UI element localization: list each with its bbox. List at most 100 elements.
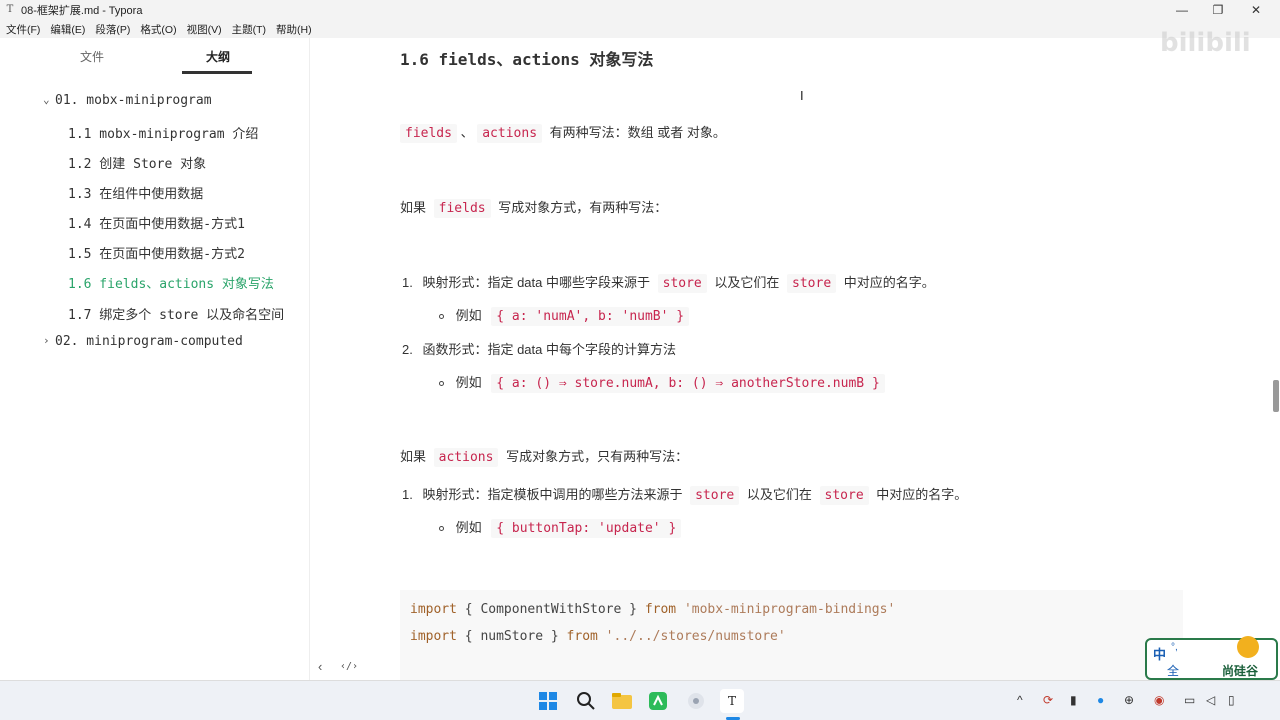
outline-item[interactable]: 1.3 在组件中使用数据 bbox=[68, 183, 203, 202]
taskbar: T ^ ⟳ ▮ ● ⊕ ◉ ▭ ◁ ▯ bbox=[0, 680, 1280, 720]
menu-edit[interactable]: 编辑(E) bbox=[50, 22, 85, 37]
ime-widget[interactable]: 中 °, 全 尚硅谷 bbox=[1145, 636, 1278, 680]
text: 写成对象方式，有两种写法： bbox=[498, 200, 668, 215]
inline-code: { a: 'numA', b: 'numB' } bbox=[491, 307, 690, 326]
code-block[interactable]: import { ComponentWithStore } from 'mobx… bbox=[400, 590, 1183, 680]
title-bar: T 08-框架扩展.md - Typora — ❐ ✕ bbox=[0, 0, 1280, 20]
mic-icon[interactable]: ● bbox=[1097, 693, 1104, 707]
tab-files[interactable]: 文件 bbox=[80, 48, 104, 65]
bilibili-watermark: bilibili bbox=[1160, 28, 1251, 58]
bullet-icon bbox=[439, 381, 444, 387]
code-line: import { ComponentWithStore } from 'mobx… bbox=[410, 602, 896, 617]
editor[interactable]: 1.6 fields、actions 对象写法 fields 、 actions… bbox=[311, 38, 1280, 680]
outline-item[interactable]: ⌄ 01. mobx-miniprogram bbox=[43, 93, 212, 108]
menu-theme[interactable]: 主题(T) bbox=[232, 22, 266, 37]
text: 中对应的名字。 bbox=[843, 275, 935, 290]
inline-code: fields bbox=[400, 124, 457, 143]
minimize-icon[interactable]: — bbox=[1164, 0, 1200, 20]
text: 例如 bbox=[455, 520, 482, 535]
volume-icon[interactable]: ◁ bbox=[1206, 693, 1215, 707]
wechat-devtools-icon[interactable] bbox=[646, 689, 670, 713]
ime-width[interactable]: 全 bbox=[1167, 662, 1179, 679]
outline-item[interactable]: 1.4 在页面中使用数据-方式1 bbox=[68, 213, 245, 232]
inline-code: fields bbox=[433, 199, 491, 218]
paragraph: 如果 actions 写成对象方式，只有两种写法： bbox=[400, 446, 689, 467]
list-item: 1. 映射形式：指定 data 中哪些字段来源于 store 以及它们在 sto… bbox=[402, 272, 935, 293]
inline-code: actions bbox=[477, 124, 543, 143]
outline-item[interactable]: 1.1 mobx-miniprogram 介绍 bbox=[68, 123, 258, 142]
sync-icon[interactable]: ⟳ bbox=[1043, 693, 1053, 707]
tab-outline[interactable]: 大纲 bbox=[206, 48, 230, 65]
text: 例如 bbox=[455, 308, 482, 323]
text: 写成对象方式，只有两种写法： bbox=[506, 449, 689, 464]
outline-item[interactable]: 1.5 在页面中使用数据-方式2 bbox=[68, 243, 245, 262]
code-line: import { numStore } from '../../stores/n… bbox=[410, 629, 786, 644]
list-number: 2. bbox=[402, 342, 413, 357]
restore-icon[interactable]: ❐ bbox=[1200, 0, 1236, 20]
inline-code: store bbox=[690, 486, 740, 505]
outline-item[interactable]: › 02. miniprogram-computed bbox=[43, 334, 243, 349]
tab-underline bbox=[182, 71, 252, 74]
list-number: 1. bbox=[402, 487, 413, 502]
list-number: 1. bbox=[402, 275, 413, 290]
menu-view[interactable]: 视图(V) bbox=[187, 22, 222, 37]
separator: 、 bbox=[460, 125, 474, 140]
ime-brand: 尚硅谷 bbox=[1222, 664, 1259, 678]
scrollbar[interactable] bbox=[1273, 380, 1279, 412]
typora-icon[interactable]: T bbox=[720, 689, 744, 713]
outline-item[interactable]: 1.7 绑定多个 store 以及命名空间 bbox=[68, 304, 284, 323]
menu-format[interactable]: 格式(O) bbox=[140, 22, 176, 37]
display-icon[interactable]: ▭ bbox=[1184, 693, 1195, 707]
list-item: 2. 函数形式：指定 data 中每个字段的计算方法 bbox=[402, 339, 676, 358]
typora-app-icon: T bbox=[6, 4, 14, 15]
ime-lang[interactable]: 中 bbox=[1153, 644, 1166, 663]
bullet-icon bbox=[439, 526, 444, 532]
menu-help[interactable]: 帮助(H) bbox=[276, 22, 312, 37]
text: 例如 bbox=[455, 375, 482, 390]
inline-code: { buttonTap: 'update' } bbox=[491, 519, 682, 538]
sidebar: 文件 大纲 ⌄ 01. mobx-miniprogram 1.1 mobx-min… bbox=[0, 38, 310, 680]
inline-code: store bbox=[787, 274, 837, 293]
text: 函数形式：指定 data 中每个字段的计算方法 bbox=[422, 342, 676, 357]
paragraph: 如果 fields 写成对象方式，有两种写法： bbox=[400, 197, 668, 218]
chevron-down-icon[interactable]: ⌄ bbox=[43, 93, 50, 106]
pin-icon[interactable]: ▮ bbox=[1070, 693, 1077, 707]
sub-list-item: 例如 { a: () ⇒ store.numA, b: () ⇒ another… bbox=[439, 372, 885, 393]
text: 以及它们在 bbox=[714, 275, 780, 290]
bullet-icon bbox=[439, 314, 444, 320]
inline-code: store bbox=[657, 274, 707, 293]
file-explorer-icon[interactable] bbox=[610, 689, 634, 713]
inline-code: store bbox=[819, 486, 869, 505]
outline-item[interactable]: 1.2 创建 Store 对象 bbox=[68, 153, 206, 172]
input-icon[interactable]: ⊕ bbox=[1124, 693, 1134, 707]
outline-item-active[interactable]: 1.6 fields、actions 对象写法 bbox=[68, 273, 274, 292]
text: 映射形式：指定 data 中哪些字段来源于 bbox=[422, 275, 650, 290]
menu-file[interactable]: 文件(F) bbox=[6, 22, 40, 37]
inline-code: { a: () ⇒ store.numA, b: () ⇒ anotherSto… bbox=[491, 374, 885, 393]
ime-punct[interactable]: °, bbox=[1171, 642, 1178, 653]
inline-code: actions bbox=[433, 448, 499, 467]
menu-bar: 文件(F) 编辑(E) 段落(P) 格式(O) 视图(V) 主题(T) 帮助(H… bbox=[0, 20, 1280, 38]
text: 有两种写法：数组 或者 对象。 bbox=[549, 125, 726, 140]
window-title: 08-框架扩展.md - Typora bbox=[21, 5, 143, 17]
chevron-right-icon[interactable]: › bbox=[43, 334, 50, 347]
sub-list-item: 例如 { buttonTap: 'update' } bbox=[439, 517, 682, 538]
text: 如果 bbox=[400, 449, 427, 464]
antivirus-icon[interactable]: ◉ bbox=[1154, 693, 1164, 707]
list-item: 1. 映射形式：指定模板中调用的哪些方法来源于 store 以及它们在 stor… bbox=[402, 484, 967, 505]
heading: 1.6 fields、actions 对象写法 bbox=[400, 50, 654, 69]
text: 以及它们在 bbox=[746, 487, 812, 502]
app-icon[interactable] bbox=[684, 689, 708, 713]
sub-list-item: 例如 { a: 'numA', b: 'numB' } bbox=[439, 305, 690, 326]
text: 如果 bbox=[400, 200, 427, 215]
windows-start-icon[interactable] bbox=[536, 689, 560, 713]
paragraph: fields 、 actions 有两种写法：数组 或者 对象。 bbox=[400, 122, 726, 143]
chevron-up-icon[interactable]: ^ bbox=[1017, 693, 1023, 707]
menu-paragraph[interactable]: 段落(P) bbox=[95, 22, 130, 37]
sidebar-tabs: 文件 大纲 bbox=[0, 38, 309, 76]
search-icon[interactable] bbox=[574, 689, 598, 713]
brand-logo-icon bbox=[1237, 636, 1259, 658]
text: 映射形式：指定模板中调用的哪些方法来源于 bbox=[422, 487, 683, 502]
close-icon[interactable]: ✕ bbox=[1238, 0, 1274, 20]
battery-icon[interactable]: ▯ bbox=[1228, 693, 1235, 707]
